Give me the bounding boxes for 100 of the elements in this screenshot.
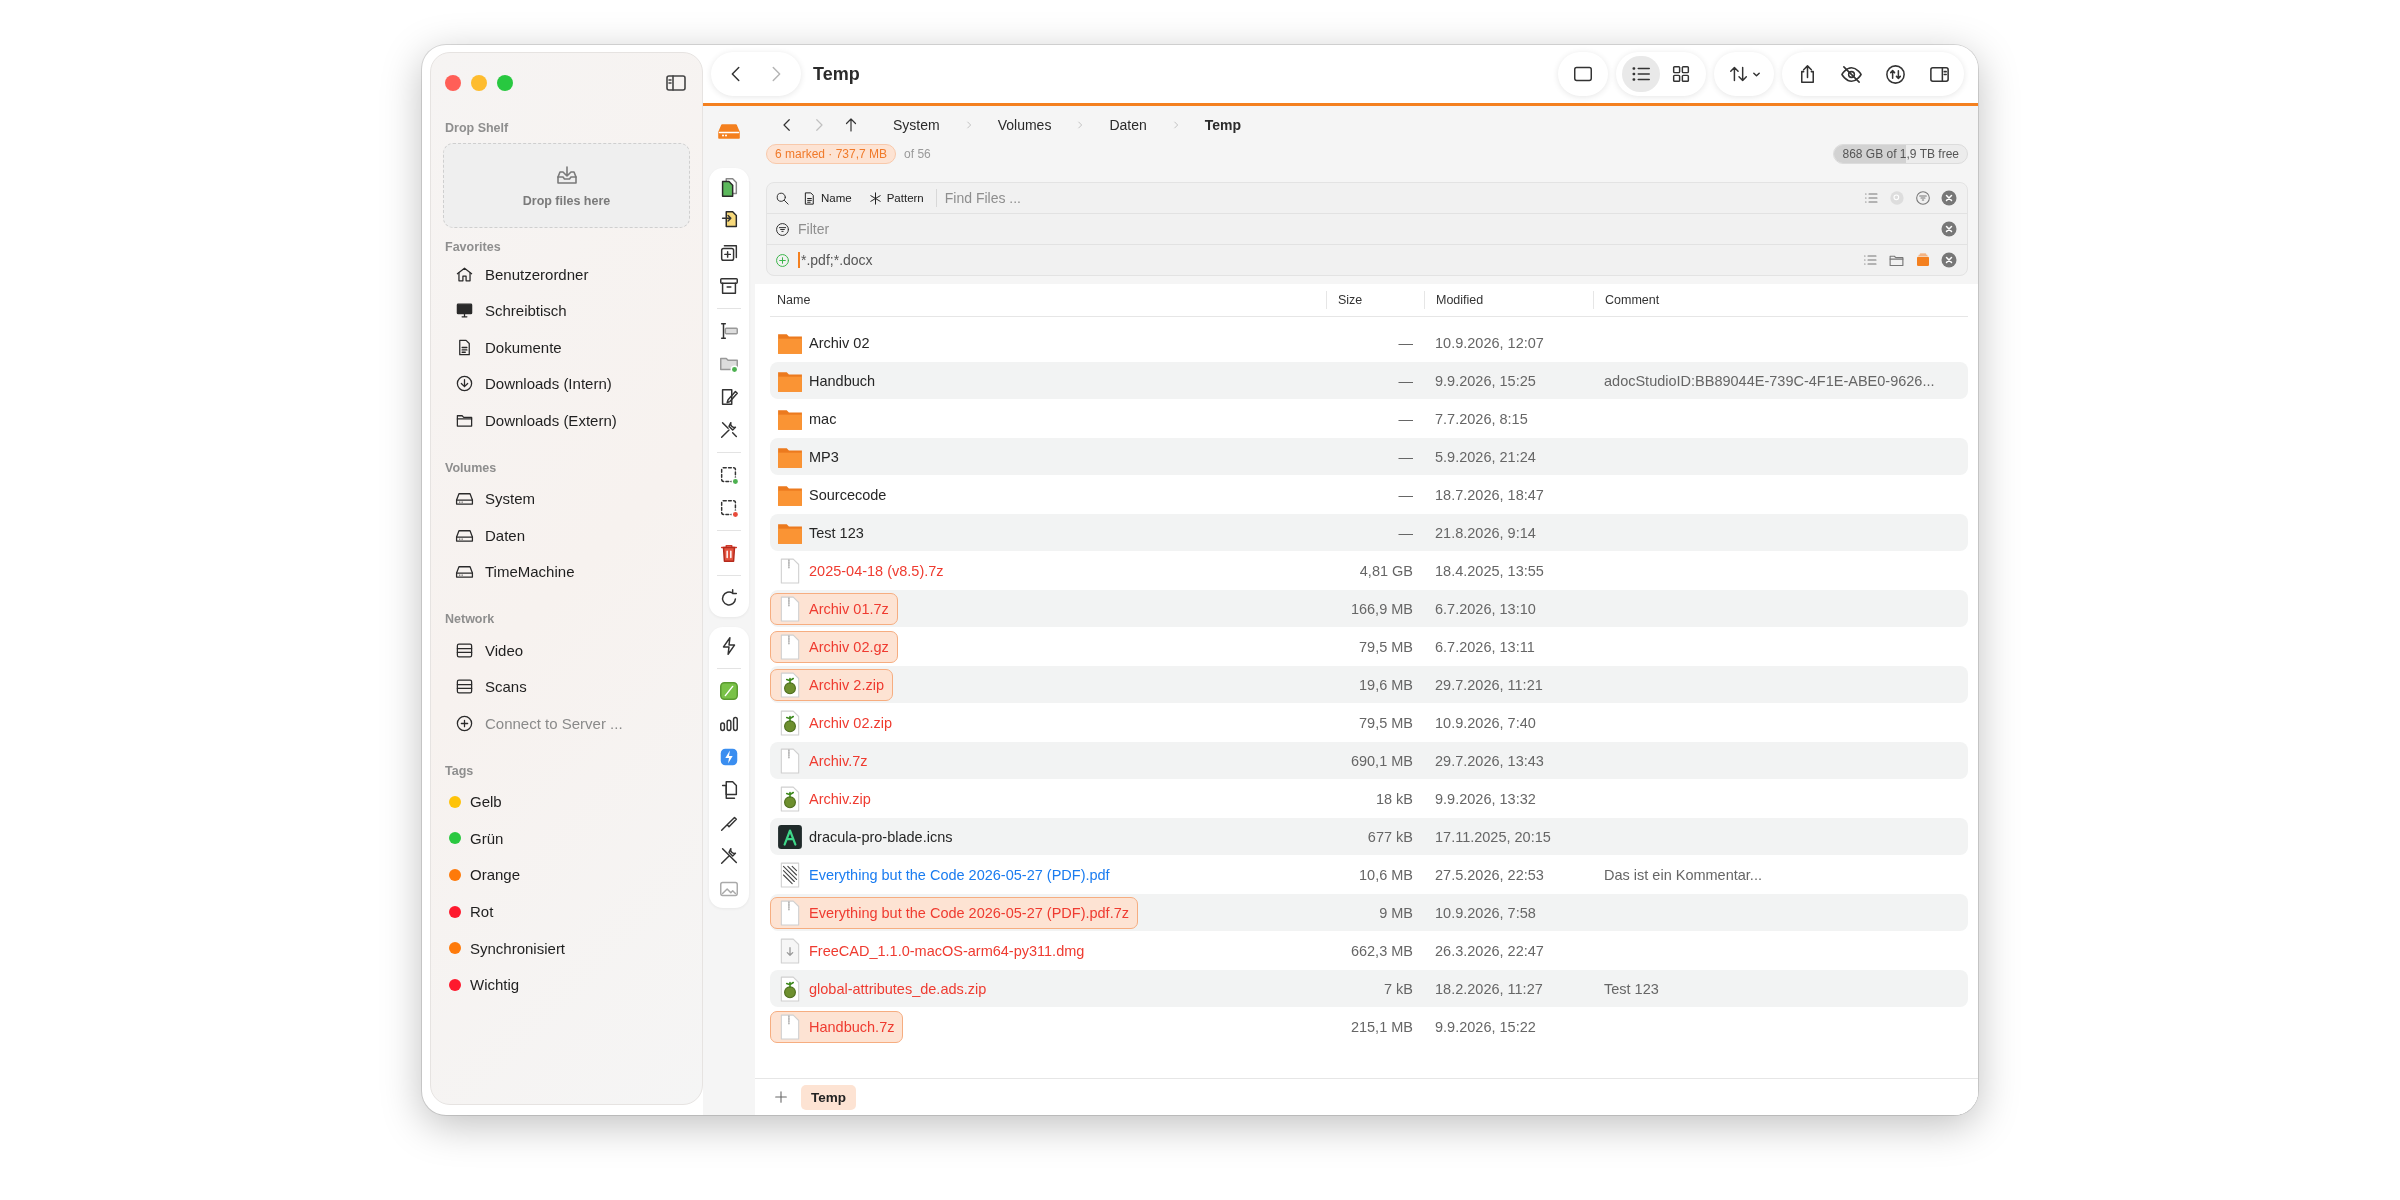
section-header: Volumes (445, 460, 498, 475)
sidebar-item[interactable]: System (443, 480, 690, 517)
file-name: Handbuch.7z (809, 1018, 895, 1035)
caret-icon (1751, 69, 1761, 79)
path-crumb[interactable]: Daten (1103, 115, 1153, 135)
path-crumb[interactable]: System (887, 115, 946, 135)
select-add-icon[interactable] (718, 464, 740, 486)
file-row[interactable]: Archiv.7z 690,1 MB 29.7.2026, 13:43 (770, 742, 1968, 779)
file-row[interactable]: Archiv 02.gz 79,5 MB 6.7.2026, 13:11 (770, 628, 1968, 665)
file-name: Test 123 (809, 524, 864, 541)
file-name: 2025-04-18 (v8.5).7z (809, 562, 944, 579)
file-name: Archiv.zip (809, 790, 871, 807)
file-name: Archiv 02.gz (809, 638, 889, 655)
file-row[interactable]: Archiv 02.zip 79,5 MB 10.9.2026, 7:40 (770, 704, 1968, 741)
house-icon (455, 264, 474, 284)
path-crumb[interactable]: Volumes (991, 115, 1058, 135)
search-option-button[interactable]: Name (798, 190, 856, 206)
sidebar-item[interactable]: TimeMachine (443, 553, 690, 590)
download-icon (455, 374, 474, 394)
sidebar-item[interactable]: Scans (443, 668, 690, 705)
sidebar-item[interactable]: Schreibtisch (443, 292, 690, 329)
tag-label[interactable]: Gelb (470, 793, 502, 811)
drop-zone[interactable]: Drop files here (443, 143, 690, 228)
rename-field-icon[interactable] (718, 320, 740, 342)
file-row[interactable]: Sourcecode — 18.7.2026, 18:47 (770, 476, 1968, 513)
file-row[interactable]: Handbuch — 9.9.2026, 15:25 adocStudioID:BB89044E-739C-4F1E-ABE0-9626... (770, 362, 1968, 399)
file-size: — (1397, 410, 1414, 427)
clear-icon (1941, 221, 1957, 237)
column-header[interactable]: Modified (1424, 291, 1593, 309)
file-row[interactable]: FreeCAD_1.1.0-macOS-arm64-py311.dmg 662,3 MB 26.3.2026, 22:47 (770, 932, 1968, 969)
filter-circle-icon[interactable] (1915, 190, 1931, 206)
file-name: Everything but the Code 2026-05-27 (PDF).pdf.7z (809, 904, 1129, 921)
list-view-button[interactable] (1622, 56, 1660, 92)
modified-date: 6.7.2026, 13:10 (1434, 600, 1537, 617)
lightning-app-icon[interactable] (718, 746, 740, 768)
column-header[interactable]: Size (1326, 291, 1424, 309)
file-row[interactable]: Archiv 2.zip 19,6 MB 29.7.2026, 11:21 (770, 666, 1968, 703)
file-row[interactable]: Archiv.zip 18 kB 9.9.2026, 13:32 (770, 780, 1968, 817)
drop-hint: Drop files here (522, 193, 611, 208)
file-name: MP3 (809, 448, 839, 465)
pattern-field[interactable]: *.pdf;*.docx (798, 252, 1854, 268)
selection-summary: 6 marked · 737,7 MB (766, 144, 897, 164)
file-row[interactable]: Archiv 02 — 10.9.2026, 12:07 (770, 324, 1968, 361)
file-row[interactable]: dracula-pro-blade.icns 677 kB 17.11.2025, 20:15 (770, 818, 1968, 855)
sidebar-item[interactable]: Dokumente (443, 329, 690, 366)
clear-button[interactable] (1941, 190, 1957, 206)
tag-label[interactable]: Synchronisiert (470, 939, 566, 957)
column-header[interactable]: Name (770, 291, 1326, 309)
file-name: global-attributes_de.ads.zip (809, 980, 987, 997)
file-row[interactable]: Test 123 — 21.8.2026, 9:14 (770, 514, 1968, 551)
search-option-button[interactable]: Pattern (863, 190, 928, 206)
tag-label[interactable]: Wichtig (470, 976, 520, 994)
modified-date: 17.11.2025, 20:15 (1434, 828, 1552, 845)
clear-button[interactable] (1941, 221, 1957, 237)
plus-circle-icon (455, 713, 474, 733)
file-row[interactable]: Everything but the Code 2026-05-27 (PDF).pdf.7z 9 MB 10.9.2026, 7:58 (770, 894, 1968, 931)
file-row[interactable]: Everything but the Code 2026-05-27 (PDF).pdf 10,6 MB 27.5.2026, 22:53 Das ist ein Kommentar... (770, 856, 1968, 893)
sidebar-item[interactable]: Downloads (Extern) (443, 402, 690, 439)
file-size: 662,3 MB (1349, 942, 1414, 959)
file-size: — (1397, 372, 1414, 389)
path-crumb[interactable]: Temp (1198, 115, 1248, 135)
add-item-icon[interactable] (718, 242, 740, 264)
file-name: mac (809, 410, 837, 427)
file-row[interactable]: MP3 — 5.9.2026, 21:24 (770, 438, 1968, 475)
sidebar-item[interactable]: Video (443, 632, 690, 669)
tools-icon[interactable] (718, 845, 740, 867)
file-size: 10,6 MB (1358, 866, 1414, 883)
file-row[interactable]: mac — 7.7.2026, 8:15 (770, 400, 1968, 437)
modified-date: 18.7.2026, 18:47 (1434, 486, 1545, 503)
sidebar-item[interactable]: Downloads (Intern) (443, 365, 690, 402)
sidebar-item[interactable]: Benutzerordner (443, 256, 690, 293)
archive-box-icon[interactable] (718, 275, 740, 297)
modified-date: 27.5.2026, 22:53 (1434, 866, 1545, 883)
file-name: Archiv 01.7z (809, 600, 889, 617)
wrench-screwdriver-icon[interactable] (718, 419, 740, 441)
file-row[interactable]: 2025-04-18 (v8.5).7z 4,81 GB 18.4.2025, 13:55 (770, 552, 1968, 589)
file-size: 215,1 MB (1349, 1018, 1414, 1035)
sidebar-item[interactable]: Daten (443, 517, 690, 554)
asterisk-icon (867, 190, 883, 206)
app-icon[interactable] (718, 680, 740, 702)
tag-label[interactable]: Rot (470, 903, 494, 921)
tab[interactable]: Temp (801, 1084, 856, 1110)
trash-icon[interactable] (718, 542, 740, 564)
file-row[interactable]: global-attributes_de.ads.zip 7 kB 18.2.2026, 11:27 Test 123 (770, 970, 1968, 1007)
file-row[interactable]: Handbuch.7z 215,1 MB 9.9.2026, 15:22 (770, 1008, 1968, 1045)
clear-icon (1941, 252, 1957, 268)
tag-label[interactable]: Orange (470, 866, 521, 884)
select-remove-icon[interactable] (718, 497, 740, 519)
modified-date: 18.4.2025, 13:55 (1434, 562, 1545, 579)
modified-date: 10.9.2026, 7:58 (1434, 904, 1537, 921)
clear-button[interactable] (1941, 252, 1957, 268)
section-header: Drop Shelf (445, 121, 510, 135)
file-name: Handbuch (809, 372, 876, 389)
file-row[interactable]: Archiv 01.7z 166,9 MB 6.7.2026, 13:10 (770, 590, 1968, 627)
file-comment: adocStudioID:BB89044E-739C-4F1E-ABE0-9626... (1603, 372, 1936, 389)
column-header[interactable]: Comment (1593, 291, 1968, 309)
modified-date: 9.9.2026, 13:32 (1434, 790, 1537, 807)
file-name: dracula-pro-blade.icns (809, 828, 953, 845)
tag-label[interactable]: Grün (470, 829, 504, 847)
close-button[interactable] (445, 75, 461, 91)
